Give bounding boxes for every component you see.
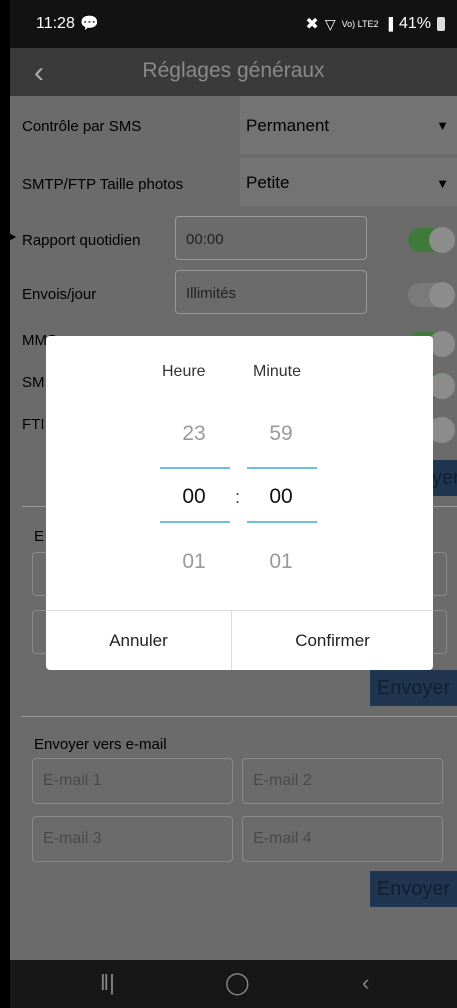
app-bar: ‹ Réglages généraux [10, 48, 457, 96]
daily-report-toggle[interactable] [408, 227, 455, 253]
email-field-4[interactable]: E-mail 4 [242, 816, 443, 862]
daily-report-label: Rapport quotidien [22, 232, 141, 249]
time-separator: : [235, 487, 241, 507]
email-field-3[interactable]: E-mail 3 [32, 816, 233, 862]
system-nav-bar: ‖| ◯ ‹ [10, 960, 457, 1008]
cancel-button[interactable]: Annuler [46, 611, 231, 670]
page-title: Réglages généraux [142, 59, 325, 82]
hour-selection-line-top [160, 467, 230, 469]
section-divider [22, 716, 457, 717]
ftp-label: FTI [22, 416, 45, 433]
status-bar: 11:28 💬 ✖ ▽ Vo) LTE2 ▐ 41% [10, 0, 457, 48]
send-email-button[interactable]: Envoyer [370, 871, 457, 907]
toggle-knob [429, 282, 455, 308]
network-label: Vo) LTE2 [341, 19, 379, 29]
minute-next-value[interactable]: 01 [251, 550, 311, 574]
dropdown-arrow-icon: ▼ [436, 118, 449, 133]
hour-column-header: Heure [162, 363, 206, 380]
daily-report-time-field[interactable]: 00:00 [175, 216, 367, 260]
email-field-1[interactable]: E-mail 1 [32, 758, 233, 804]
hour-next-value[interactable]: 01 [164, 550, 224, 574]
sms-control-value: Permanent [246, 116, 330, 135]
minute-selected-value[interactable]: 00 [251, 485, 311, 509]
sms-control-label: Contrôle par SMS [22, 118, 142, 135]
back-nav-icon[interactable]: ‹ [362, 970, 369, 996]
wifi-icon: ▽ [324, 15, 336, 32]
time-picker-dialog: Heure Minute 23 59 00 : 00 01 01 Annuler… [46, 336, 433, 670]
minute-selection-line-bottom [247, 521, 317, 523]
battery-label: 41% [398, 15, 431, 32]
photo-size-value: Petite [246, 173, 290, 192]
email-field-2[interactable]: E-mail 2 [242, 758, 443, 804]
hour-selected-value[interactable]: 00 [164, 485, 224, 509]
photo-size-select[interactable]: Petite ▼ [240, 158, 457, 206]
signal-icon: ▐ [384, 17, 393, 31]
hour-prev-value[interactable]: 23 [164, 422, 224, 446]
hour-selection-line-bottom [160, 521, 230, 523]
dropdown-arrow-icon: ▼ [436, 176, 449, 191]
sends-per-day-field[interactable]: Illimités [175, 270, 367, 314]
status-icons: ✖ ▽ Vo) LTE2 ▐ 41% [305, 14, 445, 34]
toggle-knob [429, 227, 455, 253]
sm-label: SM [22, 374, 45, 391]
confirm-button[interactable]: Confirmer [232, 611, 433, 670]
mute-icon: ✖ [305, 16, 319, 33]
email-section-label: Envoyer vers e-mail [34, 736, 167, 753]
status-time: 11:28 [36, 15, 75, 32]
sends-per-day-toggle[interactable] [408, 282, 455, 308]
battery-icon [437, 17, 445, 31]
send-phone-button[interactable]: Envoyer [370, 670, 457, 706]
minute-column-header: Minute [253, 363, 302, 380]
sms-control-select[interactable]: Permanent ▼ [240, 96, 457, 154]
sends-per-day-label: Envois/jour [22, 286, 97, 303]
photo-size-label: SMTP/FTP Taille photos [22, 176, 184, 193]
recent-apps-icon[interactable]: ‖| [100, 970, 115, 996]
send-button-partial[interactable]: yer [432, 460, 457, 496]
section2-label: E [34, 528, 45, 545]
message-notification-icon: 💬 [80, 15, 99, 32]
minute-selection-line-top [247, 467, 317, 469]
pointer-arrow-icon [0, 228, 16, 246]
home-icon[interactable]: ◯ [225, 970, 250, 996]
minute-prev-value[interactable]: 59 [251, 422, 311, 446]
